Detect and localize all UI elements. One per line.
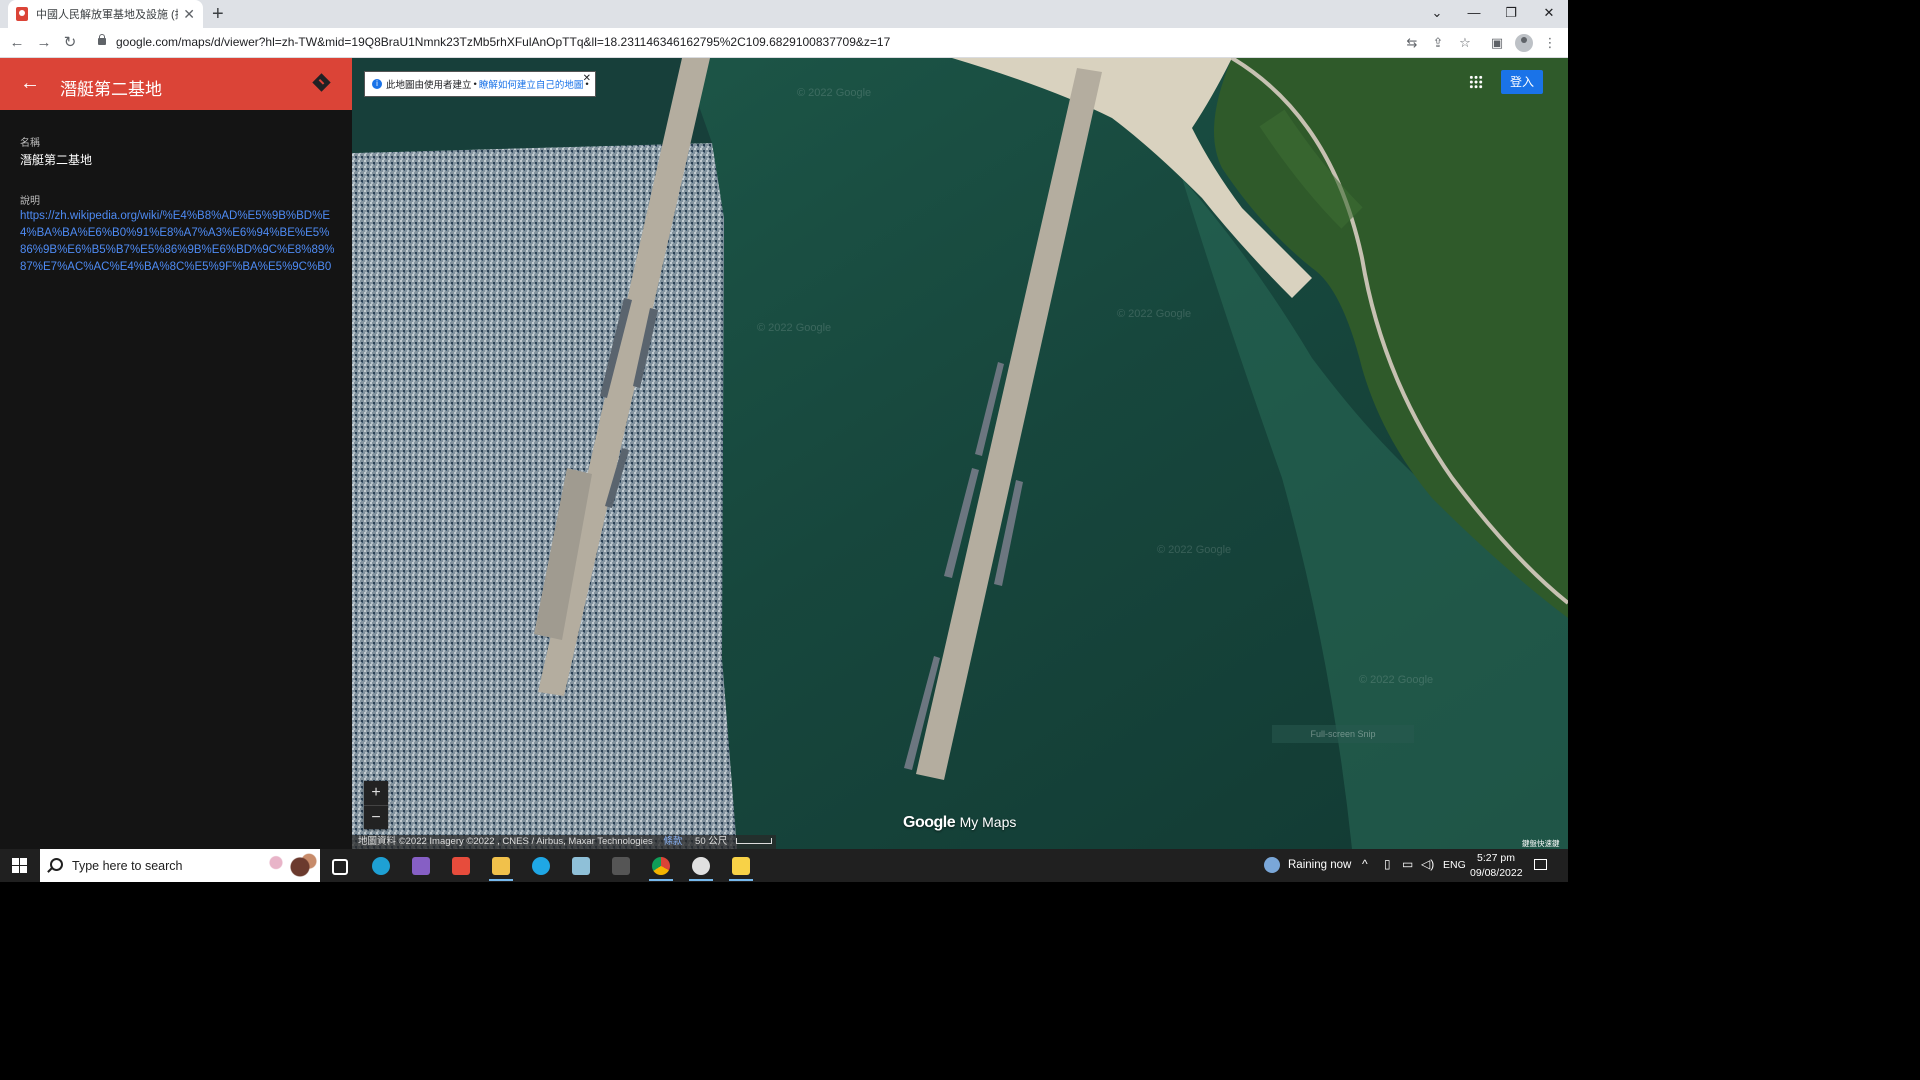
back-arrow-icon[interactable]: ← [20, 72, 40, 95]
menu-kebab-icon[interactable]: ⋮ [1541, 34, 1559, 52]
zoom-in-button[interactable]: + [364, 781, 388, 806]
back-icon[interactable]: ← [5, 31, 29, 55]
visual-studio-icon[interactable] [412, 857, 430, 875]
map-watermark: © 2022 Google [1157, 544, 1232, 556]
signin-button[interactable]: 登入 [1501, 70, 1543, 94]
translate-icon[interactable]: ⇆ [1403, 34, 1421, 52]
name-value: 潛艇第二基地 [20, 153, 93, 167]
feature-title: 潛艇第二基地 [60, 80, 162, 99]
browser-tab[interactable]: 中國人民解放軍基地及設施 (持續 ✕ [8, 0, 203, 28]
zoom-control: + − [364, 781, 388, 829]
reload-icon[interactable]: ↻ [58, 31, 82, 55]
clock[interactable]: 5:27 pm 09/08/2022 [1470, 851, 1523, 881]
battery-icon[interactable]: ▯ [1384, 857, 1391, 871]
search-icon [50, 858, 63, 871]
scale-bar [735, 838, 772, 845]
google-logo-text: Google [903, 814, 956, 831]
keyboard-shortcuts-link[interactable]: 鍵盤快速鍵 [1522, 838, 1560, 849]
browser-tabstrip: 中國人民解放軍基地及設施 (持續 ✕ + ⌄ — ❐ ✕ [0, 0, 1568, 28]
file-explorer-icon[interactable] [492, 857, 510, 875]
map-watermark: © 2022 Google [757, 322, 832, 334]
learn-more-link[interactable]: 瞭解如何建立自己的地圖 [479, 77, 584, 91]
forward-icon[interactable]: → [32, 31, 56, 55]
directions-icon[interactable] [312, 73, 331, 92]
close-icon[interactable]: ✕ [583, 73, 591, 84]
snipping-tool-icon[interactable] [692, 857, 710, 875]
tab-title: 中國人民解放軍基地及設施 (持續 [36, 9, 178, 21]
volume-icon[interactable]: ◁) [1421, 857, 1434, 871]
map-watermark: © 2022 Google [1117, 308, 1192, 320]
share-icon[interactable]: ⇪ [1429, 34, 1447, 52]
description-link[interactable]: https://zh.wikipedia.org/wiki/%E4%B8%AD%… [20, 208, 335, 276]
map-canvas[interactable]: © 2022 Google © 2022 Google © 2022 Googl… [352, 58, 1568, 849]
terminal-icon[interactable] [612, 857, 630, 875]
mymaps-logo-text: My Maps [959, 814, 1017, 830]
weather-text[interactable]: Raining now [1288, 859, 1351, 871]
map-info-banner: i 此地圖由使用者建立 • 瞭解如何建立自己的地圖 • ✕ [364, 71, 596, 97]
taskbar-search-box[interactable]: Type here to search [40, 849, 320, 882]
chrome-icon[interactable] [652, 857, 670, 875]
anydesk-icon[interactable] [452, 857, 470, 875]
sticky-notes-icon[interactable] [732, 857, 750, 875]
description-label: 說明 [20, 196, 40, 207]
feature-details-panel: ← 潛艇第二基地 名稱 潛艇第二基地 說明 https://zh.wikiped… [0, 58, 352, 849]
notification-icon[interactable] [1534, 859, 1547, 870]
tray-overflow-icon[interactable]: ^ [1362, 857, 1368, 871]
skype-icon[interactable] [532, 857, 550, 875]
google-mymaps-logo: Google My Maps [903, 814, 1016, 832]
clock-time: 5:27 pm [1477, 852, 1515, 864]
map-watermark: © 2022 Google [1359, 674, 1434, 686]
browser-toolbar: ← → ↻ google.com/maps/d/viewer?hl=zh-TW&… [0, 28, 1568, 58]
windows-taskbar: Type here to search Raining now ^ ▯ ▭ ◁)… [0, 849, 1568, 882]
language-indicator[interactable]: ENG [1443, 859, 1466, 871]
address-bar[interactable]: google.com/maps/d/viewer?hl=zh-TW&mid=19… [116, 35, 890, 49]
maps-favicon-icon [16, 7, 28, 21]
new-tab-icon[interactable]: + [212, 2, 224, 26]
scale-label[interactable]: 50 公尺 [695, 836, 727, 847]
restore-icon[interactable]: ❐ [1492, 0, 1530, 28]
network-icon[interactable]: ▭ [1402, 857, 1413, 871]
search-placeholder: Type here to search [72, 859, 183, 873]
minimize-icon[interactable]: — [1455, 0, 1493, 28]
name-label: 名稱 [20, 138, 40, 149]
map-watermark: © 2022 Google [797, 87, 872, 99]
clock-date: 09/08/2022 [1470, 867, 1523, 879]
map-attribution: 地圖資料 ©2022 Imagery ©2022 , CNES / Airbus… [352, 835, 776, 849]
tab-search-icon[interactable]: ⌄ [1418, 0, 1456, 28]
edge-icon[interactable] [372, 857, 390, 875]
apps-grid-icon[interactable] [1469, 75, 1483, 89]
profile-avatar-icon[interactable] [1515, 34, 1533, 52]
bookmark-star-icon[interactable]: ☆ [1456, 34, 1474, 52]
search-highlight-image [258, 851, 318, 880]
notepad-icon[interactable] [572, 857, 590, 875]
weather-rain-icon[interactable] [1264, 857, 1280, 873]
fullscreen-snip-overlay: Full-screen Snip [1272, 725, 1414, 743]
lock-icon[interactable] [98, 34, 106, 45]
info-icon: i [372, 79, 382, 89]
sidepanel-icon[interactable]: ▣ [1488, 34, 1506, 52]
panel-header: ← 潛艇第二基地 [0, 58, 352, 110]
windows-start-icon[interactable] [12, 858, 27, 873]
task-view-icon[interactable] [332, 859, 348, 875]
close-window-icon[interactable]: ✕ [1530, 0, 1568, 28]
terms-link[interactable]: 條款 [663, 836, 682, 847]
tab-close-icon[interactable]: ✕ [183, 6, 195, 23]
attribution-text: 地圖資料 ©2022 Imagery ©2022 , CNES / Airbus… [358, 836, 653, 847]
map-info-text: 此地圖由使用者建立 [386, 80, 472, 91]
zoom-out-button[interactable]: − [364, 806, 388, 830]
